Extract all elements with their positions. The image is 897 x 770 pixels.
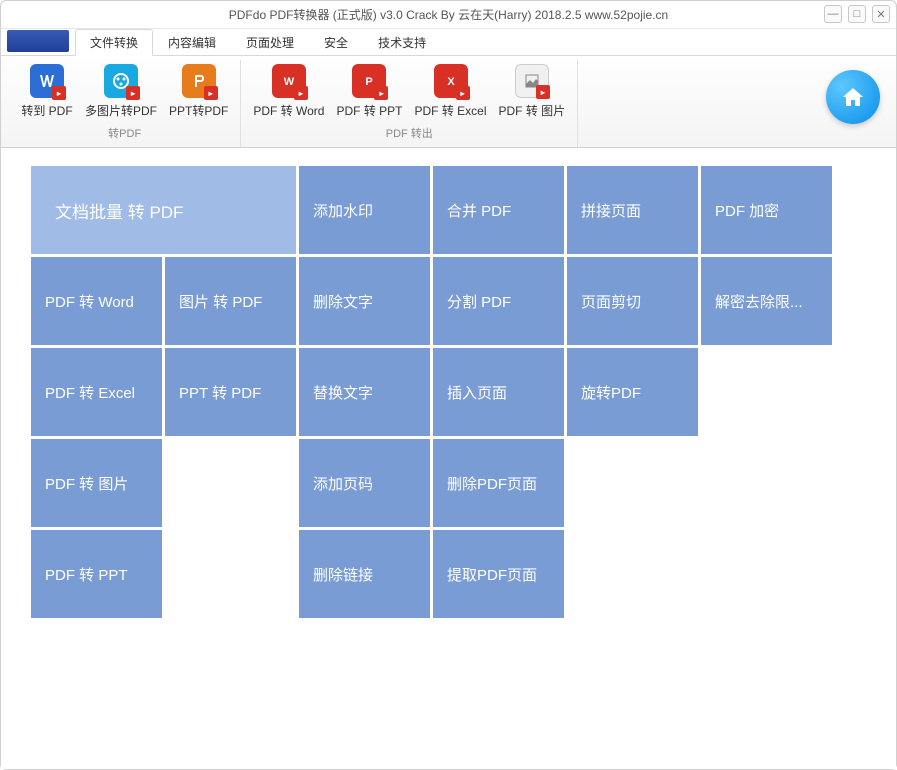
tile-delete-link[interactable]: 删除链接	[299, 530, 430, 618]
ribbon-item-pdf-to-ppt[interactable]: P ▸ PDF 转 PPT	[332, 60, 406, 123]
ribbon-group-label: PDF 转出	[386, 125, 433, 141]
tile-delete-text[interactable]: 删除文字	[299, 257, 430, 345]
pdf-badge-icon: ▸	[374, 86, 388, 100]
tile-row: PDF 转 PPT 删除链接 提取PDF页面	[31, 530, 866, 618]
tile-rotate-pdf[interactable]: 旋转PDF	[567, 348, 698, 436]
ribbon-item-label: PPT转PDF	[169, 102, 228, 119]
ppt-icon: ▸	[182, 64, 216, 98]
tile-image-to-pdf[interactable]: 图片 转 PDF	[165, 257, 296, 345]
tab-security[interactable]: 安全	[309, 29, 363, 56]
svg-text:X: X	[447, 76, 455, 88]
app-window: PDFdo PDF转换器 (正式版) v3.0 Crack By 云在天(Har…	[0, 0, 897, 770]
pdf-badge-icon: ▸	[456, 86, 470, 100]
tab-page-process[interactable]: 页面处理	[231, 29, 309, 56]
file-menu-button[interactable]	[7, 30, 69, 52]
ribbon-group-items: ▸ 转到 PDF ▸ 多图片转PDF ▸ PPT转PDF	[17, 60, 232, 123]
ribbon-group-items: W ▸ PDF 转 Word P ▸ PDF 转 PPT X ▸	[249, 60, 569, 123]
images-icon: ▸	[104, 64, 138, 98]
word-icon: ▸	[30, 64, 64, 98]
tile-replace-text[interactable]: 替换文字	[299, 348, 430, 436]
tile-pdf-to-ppt[interactable]: PDF 转 PPT	[31, 530, 162, 618]
pdf-word-icon: W ▸	[272, 64, 306, 98]
ribbon-item-to-pdf[interactable]: ▸ 转到 PDF	[17, 60, 77, 123]
ribbon-item-images-to-pdf[interactable]: ▸ 多图片转PDF	[81, 60, 161, 123]
tile-row: PDF 转 Excel PPT 转 PDF 替换文字 插入页面 旋转PDF	[31, 348, 866, 436]
pdf-badge-icon: ▸	[294, 86, 308, 100]
pdf-image-icon: ▸	[515, 64, 549, 98]
pdf-ppt-icon: P ▸	[352, 64, 386, 98]
maximize-button[interactable]: □	[848, 5, 866, 23]
tile-batch-to-pdf[interactable]: 文档批量 转 PDF	[31, 166, 296, 254]
window-controls: — □ ✕	[824, 5, 890, 23]
content-area: 文档批量 转 PDF 添加水印 合并 PDF 拼接页面 PDF 加密 PDF 转…	[1, 148, 896, 769]
tile-pdf-to-word[interactable]: PDF 转 Word	[31, 257, 162, 345]
tile-grid: 文档批量 转 PDF 添加水印 合并 PDF 拼接页面 PDF 加密 PDF 转…	[31, 166, 866, 618]
svg-text:P: P	[366, 76, 373, 88]
ribbon-group-label: 转PDF	[108, 125, 141, 141]
pdf-badge-icon: ▸	[536, 85, 550, 99]
svg-text:W: W	[284, 76, 295, 88]
tile-pdf-encrypt[interactable]: PDF 加密	[701, 166, 832, 254]
close-button[interactable]: ✕	[872, 5, 890, 23]
ribbon: ▸ 转到 PDF ▸ 多图片转PDF ▸ PPT转PDF	[1, 56, 896, 148]
tab-tech-support[interactable]: 技术支持	[363, 29, 441, 56]
ribbon-item-label: PDF 转 图片	[499, 102, 566, 119]
pdf-badge-icon: ▸	[204, 86, 218, 100]
tab-content-edit[interactable]: 内容编辑	[153, 29, 231, 56]
ribbon-item-pdf-to-image[interactable]: ▸ PDF 转 图片	[495, 60, 570, 123]
tile-merge-pdf[interactable]: 合并 PDF	[433, 166, 564, 254]
tile-add-page-number[interactable]: 添加页码	[299, 439, 430, 527]
tile-delete-pdf-page[interactable]: 删除PDF页面	[433, 439, 564, 527]
tile-insert-page[interactable]: 插入页面	[433, 348, 564, 436]
ribbon-item-label: 转到 PDF	[21, 102, 72, 119]
tile-row: 文档批量 转 PDF 添加水印 合并 PDF 拼接页面 PDF 加密	[31, 166, 866, 254]
ribbon-item-label: PDF 转 Word	[253, 102, 324, 119]
tile-split-pdf[interactable]: 分割 PDF	[433, 257, 564, 345]
tile-pdf-to-image[interactable]: PDF 转 图片	[31, 439, 162, 527]
tile-splice-page[interactable]: 拼接页面	[567, 166, 698, 254]
home-button[interactable]	[826, 70, 880, 124]
tile-row: PDF 转 图片 添加页码 删除PDF页面	[31, 439, 866, 527]
ribbon-group-pdf-export: W ▸ PDF 转 Word P ▸ PDF 转 PPT X ▸	[241, 60, 578, 147]
tile-decrypt-remove[interactable]: 解密去除限...	[701, 257, 832, 345]
tile-ppt-to-pdf[interactable]: PPT 转 PDF	[165, 348, 296, 436]
ribbon-item-label: PDF 转 PPT	[336, 102, 402, 119]
ribbon-item-pdf-to-word[interactable]: W ▸ PDF 转 Word	[249, 60, 328, 123]
home-icon	[839, 83, 867, 111]
pdf-excel-icon: X ▸	[434, 64, 468, 98]
ribbon-item-ppt-to-pdf[interactable]: ▸ PPT转PDF	[165, 60, 232, 123]
ribbon-item-label: PDF 转 Excel	[415, 102, 487, 119]
ribbon-item-pdf-to-excel[interactable]: X ▸ PDF 转 Excel	[411, 60, 491, 123]
tile-pdf-to-excel[interactable]: PDF 转 Excel	[31, 348, 162, 436]
titlebar: PDFdo PDF转换器 (正式版) v3.0 Crack By 云在天(Har…	[1, 1, 896, 29]
pdf-badge-icon: ▸	[126, 86, 140, 100]
window-title: PDFdo PDF转换器 (正式版) v3.0 Crack By 云在天(Har…	[229, 6, 668, 23]
tab-strip: 文件转换 内容编辑 页面处理 安全 技术支持	[1, 29, 896, 56]
ribbon-group-to-pdf: ▸ 转到 PDF ▸ 多图片转PDF ▸ PPT转PDF	[9, 60, 241, 147]
tile-add-watermark[interactable]: 添加水印	[299, 166, 430, 254]
tile-extract-pdf-page[interactable]: 提取PDF页面	[433, 530, 564, 618]
minimize-button[interactable]: —	[824, 5, 842, 23]
tile-row: PDF 转 Word 图片 转 PDF 删除文字 分割 PDF 页面剪切 解密去…	[31, 257, 866, 345]
tile-page-crop[interactable]: 页面剪切	[567, 257, 698, 345]
pdf-badge-icon: ▸	[52, 86, 66, 100]
ribbon-item-label: 多图片转PDF	[85, 102, 157, 119]
tab-file-convert[interactable]: 文件转换	[75, 29, 153, 56]
